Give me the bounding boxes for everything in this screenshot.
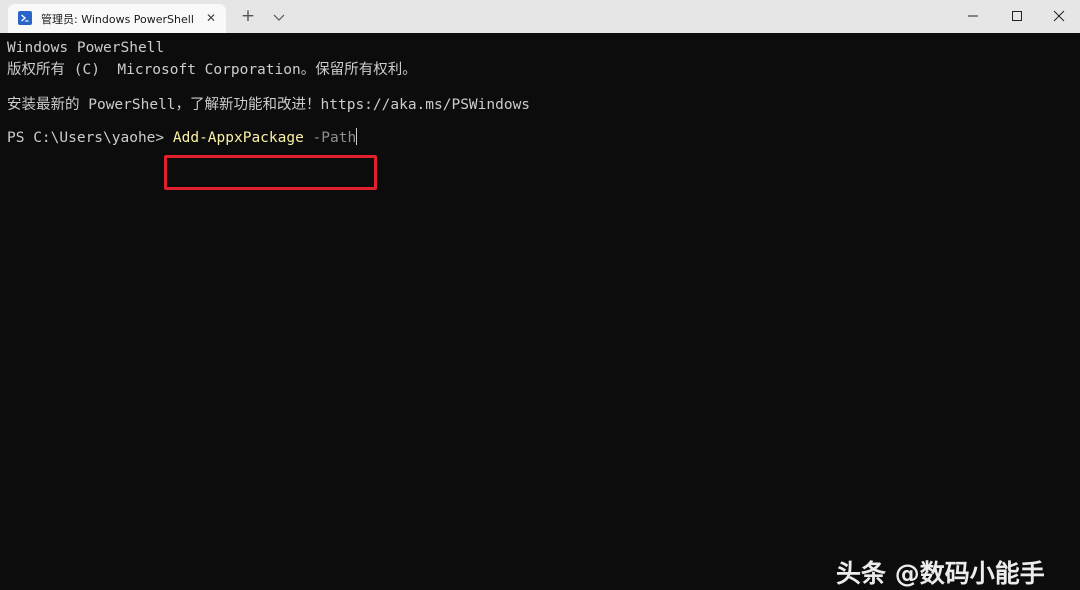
tab-powershell[interactable]: 管理员: Windows PowerShell ✕ — [8, 4, 226, 33]
watermark: 头条 @数码小能手 — [836, 559, 1045, 588]
title-bar: 管理员: Windows PowerShell ✕ + — [0, 0, 1080, 33]
terminal-line-header: Windows PowerShell — [7, 40, 165, 56]
tab-close-icon[interactable]: ✕ — [203, 10, 219, 26]
powershell-icon — [18, 11, 32, 25]
maximize-icon — [1012, 11, 1022, 21]
maximize-button[interactable] — [994, 0, 1040, 33]
terminal-line-copyright: 版权所有 (C) Microsoft Corporation。保留所有权利。 — [7, 62, 417, 78]
prompt: PS C:\Users\yaohe> — [7, 130, 173, 146]
plus-icon[interactable]: + — [238, 6, 258, 26]
minimize-icon — [968, 15, 978, 17]
tab-title: 管理员: Windows PowerShell — [41, 13, 194, 26]
close-button[interactable] — [1036, 0, 1080, 33]
terminal-output[interactable]: Windows PowerShell 版权所有 (C) Microsoft Co… — [0, 33, 1080, 588]
command-highlight-box — [164, 155, 377, 190]
close-icon — [1053, 10, 1065, 22]
terminal-prompt-line[interactable]: PS C:\Users\yaohe> Add-AppxPackage -Path — [7, 128, 358, 146]
chevron-down-icon[interactable] — [270, 8, 288, 26]
text-cursor — [356, 128, 358, 145]
parameter-text: -Path — [303, 130, 357, 146]
minimize-button[interactable] — [950, 0, 996, 33]
command-text: Add-AppxPackage — [172, 130, 304, 146]
terminal-line-update-notice: 安装最新的 PowerShell，了解新功能和改进！https://aka.ms… — [7, 97, 531, 113]
